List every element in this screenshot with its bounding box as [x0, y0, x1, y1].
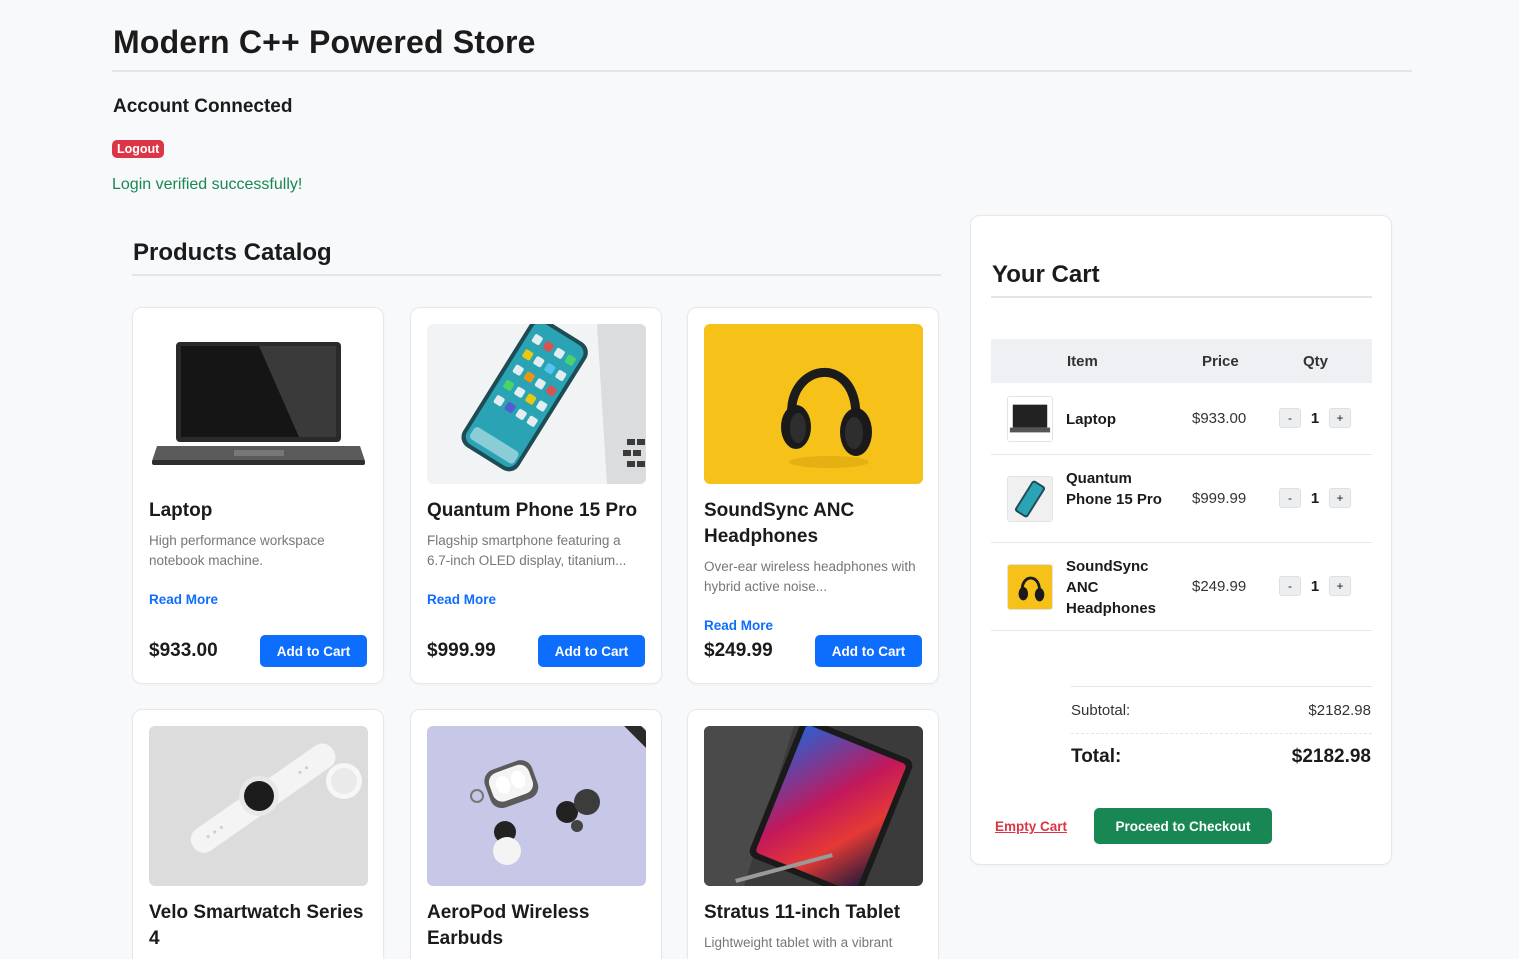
- subtotal-value: $2182.98: [1308, 702, 1371, 719]
- catalog-divider: [132, 274, 941, 276]
- product-card: Laptop High performance workspace notebo…: [132, 307, 384, 684]
- earbuds-image: [427, 726, 646, 886]
- laptop-image: [149, 324, 368, 484]
- tablet-image: [704, 726, 923, 886]
- empty-cart-link[interactable]: Empty Cart: [995, 819, 1067, 834]
- smartphone-image: [427, 324, 646, 484]
- add-to-cart-button[interactable]: Add to Cart: [260, 635, 367, 667]
- total-value: $2182.98: [1291, 746, 1371, 767]
- headphones-image: [704, 324, 923, 484]
- cart-table-header: Item Price Qty: [991, 339, 1372, 383]
- decrease-qty-button[interactable]: -: [1279, 408, 1301, 428]
- product-name: Velo Smartwatch Series 4: [149, 902, 364, 949]
- cart-item-qty: 1: [1310, 490, 1320, 507]
- product-name: Stratus 11-inch Tablet: [704, 902, 901, 923]
- product-description: High performance workspace notebook mach…: [149, 533, 325, 568]
- read-more-link[interactable]: Read More: [149, 592, 218, 607]
- laptop-thumbnail: [1007, 396, 1053, 442]
- cart-row: Laptop $933.00 - 1 +: [991, 383, 1372, 455]
- total-label: Total:: [1071, 746, 1122, 767]
- increase-qty-button[interactable]: +: [1329, 488, 1351, 508]
- product-price: $999.99: [427, 640, 496, 661]
- product-price: $249.99: [704, 640, 773, 661]
- product-name: Laptop: [149, 500, 213, 521]
- add-to-cart-button[interactable]: Add to Cart: [538, 635, 645, 667]
- logout-button[interactable]: Logout: [112, 140, 165, 158]
- summary-dashed-divider: [1071, 733, 1372, 734]
- product-card: Quantum Phone 15 Pro Flagship smartphone…: [410, 307, 662, 684]
- cart-item-qty: 1: [1310, 578, 1320, 595]
- product-card: Stratus 11-inch Tablet Lightweight table…: [687, 709, 939, 959]
- column-header-qty: Qty: [1303, 353, 1329, 370]
- cart-row: SoundSync ANC Headphones $249.99 - 1 +: [991, 543, 1372, 631]
- product-description: Over-ear wireless headphones with hybrid…: [704, 559, 916, 594]
- product-card: SoundSync ANC Headphones Over-ear wirele…: [687, 307, 939, 684]
- decrease-qty-button[interactable]: -: [1279, 488, 1301, 508]
- product-card: Velo Smartwatch Series 4: [132, 709, 384, 959]
- column-header-price: Price: [1202, 353, 1239, 370]
- read-more-link[interactable]: Read More: [704, 618, 773, 633]
- account-status-heading: Account Connected: [113, 96, 293, 117]
- cart-item-name: Quantum Phone 15 Pro: [1066, 470, 1162, 508]
- product-name: SoundSync ANC Headphones: [704, 500, 855, 547]
- product-description: Flagship smartphone featuring a 6.7-inch…: [427, 533, 627, 568]
- product-price: $933.00: [149, 640, 218, 661]
- product-card: AeroPod Wireless Earbuds: [410, 709, 662, 959]
- increase-qty-button[interactable]: +: [1329, 576, 1351, 596]
- add-to-cart-button[interactable]: Add to Cart: [815, 635, 922, 667]
- smartwatch-image: [149, 726, 368, 886]
- headphones-thumbnail: [1007, 564, 1053, 610]
- cart-item-price: $933.00: [1192, 410, 1247, 427]
- cart-row: Quantum Phone 15 Pro $999.99 - 1 +: [991, 455, 1372, 543]
- increase-qty-button[interactable]: +: [1329, 408, 1351, 428]
- cart-item-qty: 1: [1310, 410, 1320, 427]
- column-header-item: Item: [1067, 353, 1098, 370]
- login-success-message: Login verified successfully!: [112, 176, 303, 193]
- summary-divider: [1071, 686, 1372, 687]
- product-name: Quantum Phone 15 Pro: [427, 500, 638, 521]
- store-title: Modern C++ Powered Store: [113, 24, 536, 60]
- cart-item-price: $249.99: [1192, 578, 1247, 595]
- product-description: Lightweight tablet with a vibrant: [704, 935, 893, 950]
- subtotal-label: Subtotal:: [1071, 702, 1131, 719]
- cart-item-name: Laptop: [1066, 411, 1116, 428]
- header-divider: [112, 70, 1412, 72]
- cart-item-price: $999.99: [1192, 490, 1247, 507]
- product-name: AeroPod Wireless Earbuds: [427, 902, 590, 949]
- read-more-link[interactable]: Read More: [427, 592, 496, 607]
- decrease-qty-button[interactable]: -: [1279, 576, 1301, 596]
- cart-divider: [991, 296, 1372, 298]
- cart-title: Your Cart: [992, 261, 1100, 288]
- cart-panel: Your Cart Item Price Qty Laptop $933.00 …: [970, 215, 1392, 865]
- checkout-button[interactable]: Proceed to Checkout: [1094, 808, 1272, 844]
- catalog-title: Products Catalog: [133, 239, 332, 266]
- cart-item-name: SoundSync ANC Headphones: [1066, 558, 1157, 617]
- smartphone-thumbnail: [1007, 476, 1053, 522]
